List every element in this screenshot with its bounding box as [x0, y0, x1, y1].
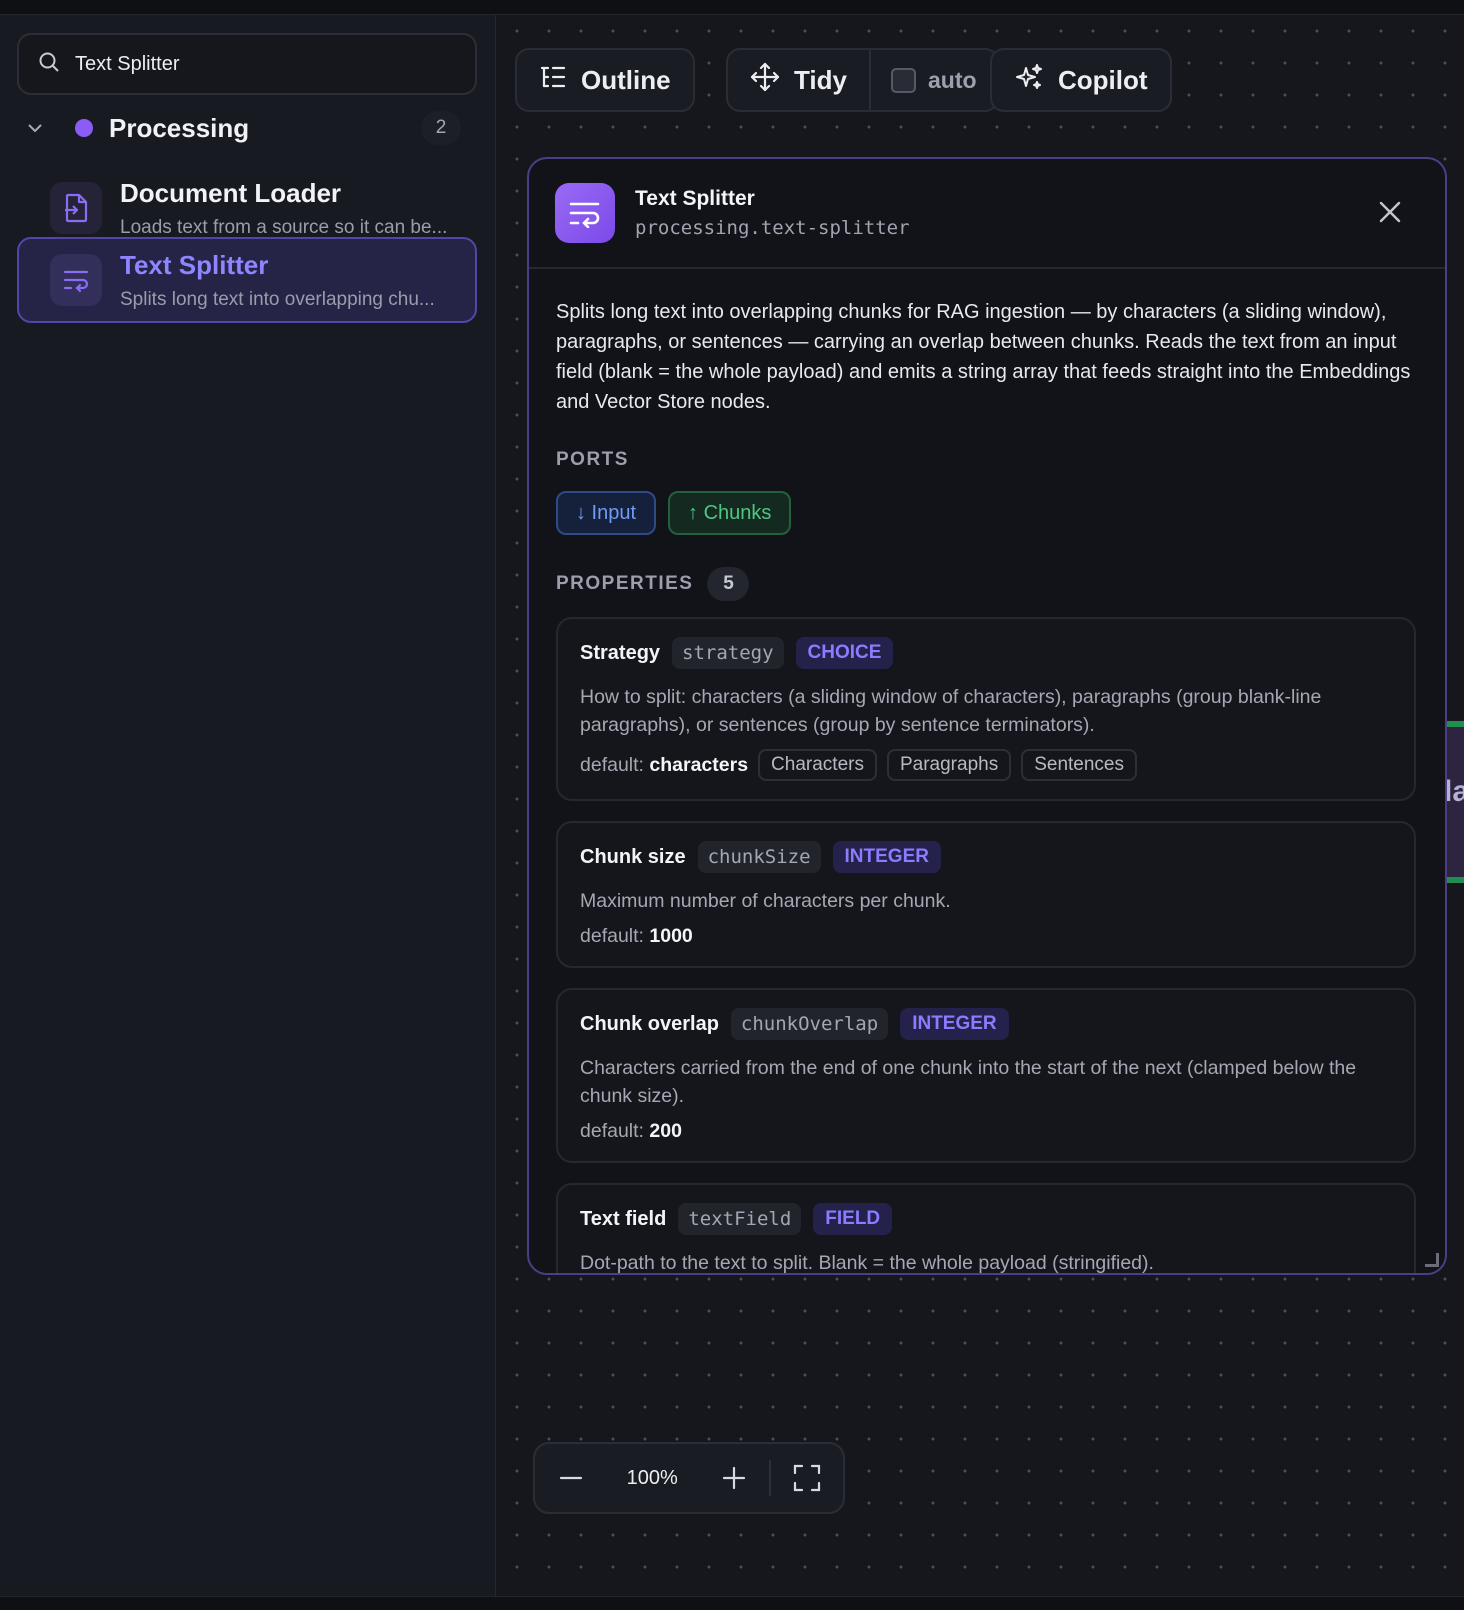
property-name: Text field — [580, 1207, 667, 1230]
chevron-down-icon[interactable] — [17, 118, 53, 138]
node-description: Loads text from a source so it can be... — [120, 216, 448, 238]
ports-heading-text: PORTS — [556, 449, 629, 470]
fullscreen-icon — [794, 1464, 821, 1492]
node-palette-sidebar: Processing 2 Document Loader Loads text … — [0, 15, 496, 1596]
node-description: Splits long text into overlapping chunks… — [556, 301, 1411, 413]
sparkles-icon — [1014, 62, 1044, 99]
plus-icon — [722, 1466, 745, 1490]
ports-heading: PORTS — [556, 449, 1418, 471]
category-color-dot — [75, 119, 93, 137]
default-value: 1000 — [649, 925, 693, 947]
move-arrows-icon — [750, 62, 780, 99]
minus-icon — [559, 1476, 582, 1480]
tidy-label: Tidy — [794, 64, 847, 95]
default-prefix: default: — [580, 925, 644, 947]
text-wrap-icon — [555, 183, 615, 243]
node-description: Splits long text into overlapping chu... — [120, 288, 435, 310]
copilot-button[interactable]: Copilot — [990, 48, 1172, 112]
canvas-node-partial-text: la — [1444, 775, 1464, 808]
search-box[interactable] — [17, 33, 477, 95]
category-name: Processing — [109, 112, 250, 143]
property-default: default: 1000 — [580, 925, 1392, 948]
default-prefix: default: — [580, 753, 644, 776]
default-value: 200 — [649, 1120, 682, 1142]
category-count-badge: 2 — [421, 111, 461, 145]
properties-list: Strategy strategy CHOICE How to split: c… — [556, 617, 1418, 1274]
outline-icon — [539, 64, 567, 97]
property-type-badge: CHOICE — [795, 637, 894, 669]
property-card: Strategy strategy CHOICE How to split: c… — [556, 617, 1416, 801]
properties-heading: PROPERTIES 5 — [556, 567, 1418, 601]
node-detail-panel: Text Splitter processing.text-splitter S… — [527, 157, 1447, 1275]
property-description: Characters carried from the end of one c… — [580, 1057, 1357, 1107]
property-description: How to split: characters (a sliding wind… — [580, 686, 1322, 736]
zoom-out-button[interactable] — [535, 1442, 607, 1514]
property-default: default: characters Characters Paragraph… — [580, 749, 1392, 781]
window-bottom-strip — [0, 1596, 1464, 1610]
property-key: chunkSize — [697, 841, 821, 873]
zoom-level: 100% — [626, 1466, 678, 1489]
auto-checkbox[interactable] — [890, 67, 916, 93]
property-key: chunkOverlap — [730, 1008, 889, 1040]
outline-label: Outline — [581, 64, 671, 95]
zoom-controls: 100% — [533, 1442, 845, 1514]
search-icon — [37, 50, 61, 79]
auto-tidy-toggle[interactable]: auto — [871, 50, 997, 110]
tidy-control-group: Tidy auto — [726, 48, 999, 112]
option-chip: Characters — [758, 749, 877, 781]
sidebar-item-text-splitter[interactable]: Text Splitter Splits long text into over… — [17, 237, 477, 323]
input-port[interactable]: ↓ Input — [556, 491, 657, 535]
option-chip: Sentences — [1021, 749, 1137, 781]
window-top-strip — [0, 0, 1464, 15]
property-type-badge: INTEGER — [900, 1008, 1009, 1040]
close-icon[interactable] — [1375, 197, 1405, 227]
panel-node-type: processing.text-splitter — [635, 217, 910, 239]
property-key: textField — [678, 1203, 802, 1235]
property-card: Chunk size chunkSize INTEGER Maximum num… — [556, 821, 1416, 968]
fit-view-button[interactable] — [771, 1442, 843, 1514]
option-chip: Paragraphs — [886, 749, 1012, 781]
node-title: Text Splitter — [120, 249, 269, 280]
node-title: Document Loader — [120, 177, 342, 208]
property-type-badge: INTEGER — [832, 841, 941, 873]
property-card: Chunk overlap chunkOverlap INTEGER Chara… — [556, 988, 1416, 1163]
property-name: Strategy — [580, 641, 661, 664]
search-input[interactable] — [75, 52, 455, 76]
property-card: Text field textField FIELD Dot-path to t… — [556, 1183, 1416, 1274]
ports-list: ↓ Input ↑ Chunks — [556, 491, 1418, 535]
flow-canvas[interactable]: Outline Tidy auto Copilot la Text Split — [497, 15, 1464, 1596]
resize-handle[interactable] — [1425, 1253, 1439, 1267]
property-description: Dot-path to the text to split. Blank = t… — [580, 1252, 1154, 1274]
panel-title: Text Splitter — [635, 187, 755, 210]
file-import-icon — [50, 182, 102, 234]
tidy-button[interactable]: Tidy — [728, 50, 871, 110]
property-description: Maximum number of characters per chunk. — [580, 890, 951, 912]
panel-header: Text Splitter processing.text-splitter — [529, 159, 1445, 269]
property-name: Chunk size — [580, 845, 686, 868]
default-value: characters — [649, 753, 749, 776]
properties-heading-text: PROPERTIES — [556, 573, 694, 594]
auto-label: auto — [927, 66, 977, 93]
properties-count-badge: 5 — [707, 567, 750, 601]
copilot-label: Copilot — [1058, 64, 1148, 95]
property-default: default: 200 — [580, 1120, 1392, 1143]
property-key: strategy — [672, 637, 784, 669]
zoom-in-button[interactable] — [698, 1442, 770, 1514]
default-prefix: default: — [580, 1120, 644, 1142]
category-processing[interactable]: Processing 2 — [17, 107, 477, 149]
outline-button[interactable]: Outline — [515, 48, 695, 112]
text-wrap-icon — [50, 254, 102, 306]
property-type-badge: FIELD — [813, 1203, 893, 1235]
property-name: Chunk overlap — [580, 1012, 719, 1035]
output-port[interactable]: ↑ Chunks — [668, 491, 792, 535]
